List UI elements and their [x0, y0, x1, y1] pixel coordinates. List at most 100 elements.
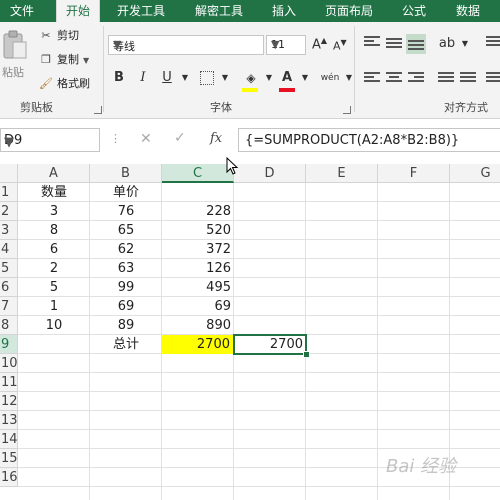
cell-b1[interactable]: 单价	[90, 183, 162, 202]
cell-b7[interactable]: 69	[90, 297, 162, 316]
row-header-11[interactable]: 11	[0, 373, 18, 392]
cell-b8[interactable]: 89	[90, 316, 162, 335]
tab-page-layout[interactable]: 页面布局	[318, 0, 380, 22]
cancel-icon[interactable]: ✕	[140, 131, 152, 147]
cell-c6[interactable]: 495	[162, 278, 234, 297]
fill-handle[interactable]	[303, 351, 310, 358]
column-header-d[interactable]: D	[234, 164, 306, 183]
cell-a7[interactable]: 1	[18, 297, 90, 316]
fill-color-button[interactable]: ◈	[242, 68, 260, 88]
cell-b9[interactable]: 总计	[90, 335, 162, 354]
formula-input[interactable]: {=SUMPRODUCT(A2:A8*B2:B8)}	[238, 128, 500, 152]
top-align-icon[interactable]	[364, 36, 380, 50]
formula-bar: D9 ▼ ⋮ ✕ ✓ fx {=SUMPRODUCT(A2:A8*B2:B8)}	[0, 122, 500, 158]
select-all-corner[interactable]	[0, 164, 18, 183]
tab-decrypt-tools[interactable]: 解密工具	[188, 0, 250, 22]
increase-font-size-button[interactable]: A▲	[312, 36, 327, 52]
copy-dropdown-icon[interactable]: ▼	[83, 56, 89, 65]
font-size-select[interactable]: 11 ▼	[266, 35, 306, 55]
row-header-13[interactable]: 13	[0, 411, 18, 430]
clipboard-dialog-launcher-icon[interactable]	[94, 106, 102, 114]
wrap-text-icon[interactable]	[486, 36, 500, 50]
font-dialog-launcher-icon[interactable]	[343, 106, 351, 114]
column-header-c[interactable]: C	[162, 164, 234, 183]
row-header-3[interactable]: 3	[0, 221, 18, 240]
cell-c8[interactable]: 890	[162, 316, 234, 335]
align-right-icon[interactable]	[408, 72, 424, 86]
row-header-7[interactable]: 7	[0, 297, 18, 316]
format-painter-button[interactable]: 🖌 格式刷	[38, 75, 90, 93]
cell-b4[interactable]: 62	[90, 240, 162, 259]
cell-c2[interactable]: 228	[162, 202, 234, 221]
name-box[interactable]: D9 ▼	[0, 128, 100, 152]
row-header-1[interactable]: 1	[0, 183, 18, 202]
column-header-g[interactable]: G	[450, 164, 500, 183]
borders-button[interactable]	[198, 68, 216, 88]
phonetic-guide-button[interactable]: wén	[318, 68, 342, 88]
cell-a8[interactable]: 10	[18, 316, 90, 335]
cell-c9[interactable]: 2700	[162, 335, 233, 354]
cell-a2[interactable]: 3	[18, 202, 90, 221]
cell-b6[interactable]: 99	[90, 278, 162, 297]
tab-insert[interactable]: 插入	[264, 0, 304, 22]
row-header-16[interactable]: 16	[0, 468, 18, 487]
tab-data[interactable]: 数据	[448, 0, 488, 22]
insert-function-button[interactable]: fx	[210, 131, 222, 146]
cell-b3[interactable]: 65	[90, 221, 162, 240]
row-header-8[interactable]: 8	[0, 316, 18, 335]
merge-center-icon[interactable]	[486, 72, 500, 86]
cell-a1[interactable]: 数量	[18, 183, 90, 202]
row-header-9[interactable]: 9	[0, 335, 18, 354]
cell-a4[interactable]: 6	[18, 240, 90, 259]
gridline	[18, 391, 500, 392]
tab-file[interactable]: 文件	[0, 0, 44, 22]
cell-a3[interactable]: 8	[18, 221, 90, 240]
row-header-5[interactable]: 5	[0, 259, 18, 278]
italic-button[interactable]: I	[134, 68, 152, 88]
middle-align-icon[interactable]	[386, 38, 402, 52]
underline-dropdown-icon[interactable]: ▼	[176, 68, 194, 88]
row-header-10[interactable]: 10	[0, 354, 18, 373]
decrease-font-size-button[interactable]: A▼	[333, 38, 347, 53]
row-header-15[interactable]: 15	[0, 449, 18, 468]
tab-developer[interactable]: 开发工具	[110, 0, 172, 22]
row-header-4[interactable]: 4	[0, 240, 18, 259]
borders-dropdown-icon[interactable]: ▼	[216, 68, 234, 88]
font-color-button[interactable]: A	[278, 68, 296, 88]
row-header-12[interactable]: 12	[0, 392, 18, 411]
font-color-dropdown-icon[interactable]: ▼	[296, 68, 314, 88]
cell-a5[interactable]: 2	[18, 259, 90, 278]
bottom-align-icon[interactable]	[406, 34, 426, 54]
copy-button[interactable]: ❐ 复制 ▼	[38, 51, 89, 69]
cell-c7[interactable]: 69	[162, 297, 234, 316]
cell-a6[interactable]: 5	[18, 278, 90, 297]
column-header-f[interactable]: F	[378, 164, 450, 183]
cell-c5[interactable]: 126	[162, 259, 234, 278]
bold-button[interactable]: B	[110, 68, 128, 88]
font-name-select[interactable]: 等线 ▼	[108, 35, 264, 55]
cell-b2[interactable]: 76	[90, 202, 162, 221]
orientation-icon[interactable]: ab	[438, 34, 456, 54]
row-header-14[interactable]: 14	[0, 430, 18, 449]
cut-button[interactable]: ✂ 剪切	[38, 27, 79, 45]
decrease-indent-icon[interactable]	[438, 72, 454, 86]
underline-button[interactable]: U	[158, 68, 176, 88]
column-header-e[interactable]: E	[306, 164, 378, 183]
column-header-b[interactable]: B	[90, 164, 162, 183]
tab-formulas[interactable]: 公式	[394, 0, 434, 22]
tab-home[interactable]: 开始	[56, 0, 100, 22]
row-header-6[interactable]: 6	[0, 278, 18, 297]
cell-b5[interactable]: 63	[90, 259, 162, 278]
column-header-a[interactable]: A	[18, 164, 90, 183]
cell-c4[interactable]: 372	[162, 240, 234, 259]
row-header-2[interactable]: 2	[0, 202, 18, 221]
phonetic-dropdown-icon[interactable]: ▼	[340, 68, 358, 88]
align-left-icon[interactable]	[364, 72, 380, 86]
orientation-dropdown-icon[interactable]: ▼	[456, 34, 474, 54]
enter-icon[interactable]: ✓	[174, 130, 186, 146]
align-center-icon[interactable]	[386, 72, 402, 86]
fill-color-dropdown-icon[interactable]: ▼	[260, 68, 278, 88]
increase-indent-icon[interactable]	[460, 72, 476, 86]
spreadsheet-grid[interactable]: A B C D E F G 1 2 3 4 5 6 7 8 9 10 11 12…	[0, 164, 500, 500]
cell-c3[interactable]: 520	[162, 221, 234, 240]
